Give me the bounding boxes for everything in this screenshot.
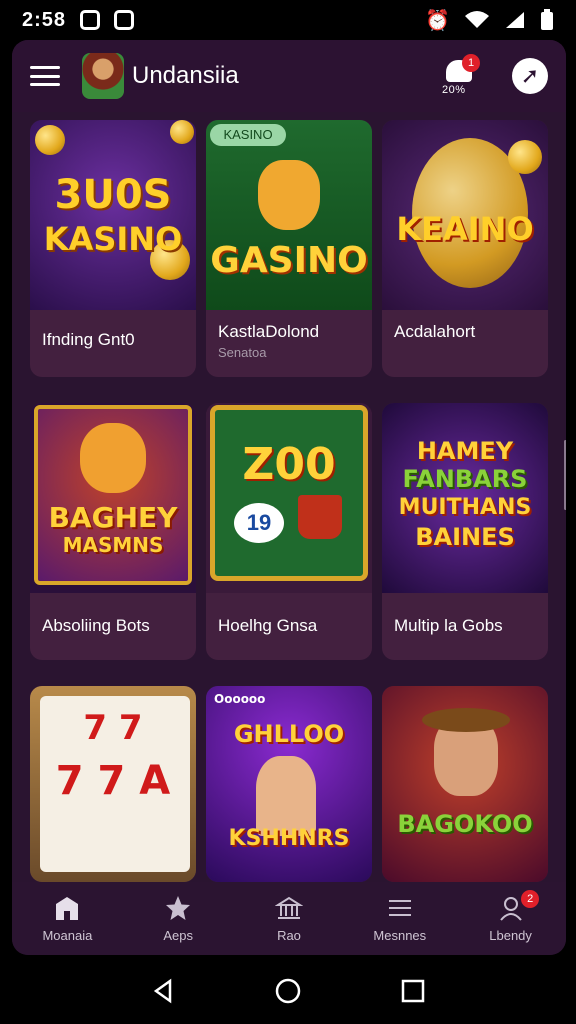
game-thumbnail: KEAINO <box>382 120 548 310</box>
game-thumbnail: Oooooo GHLLOO KSHHNRS <box>206 686 372 882</box>
signal-icon <box>506 12 524 28</box>
scrollbar[interactable] <box>564 440 566 510</box>
game-logo-text: BAINES <box>415 523 515 551</box>
menu-icon <box>388 900 411 916</box>
game-logo-text: KASINO <box>43 220 183 258</box>
game-card[interactable]: Z00 19 Hoelhg Gnsa <box>206 403 372 660</box>
nav-label: Lbendy <box>489 928 532 943</box>
nav-item-apps[interactable]: Aeps <box>123 882 234 955</box>
game-thumbnail: 7 7 7 7 A <box>30 686 196 882</box>
slot-reel-symbols: 7 7 <box>83 708 143 748</box>
game-thumbnail: 3U0S KASINO <box>30 120 196 310</box>
alarm-icon: ⏰ <box>425 9 450 32</box>
tag-badge: KASINO <box>210 124 286 146</box>
status-bar: 2:58 ⏰ <box>0 0 576 40</box>
game-thumbnail: BAGOKOO <box>382 686 548 882</box>
game-logo-text: MUITHANS <box>398 495 532 520</box>
game-logo-text: HAMEY <box>416 437 514 465</box>
game-title: Multip la Gobs <box>394 616 503 635</box>
game-card[interactable]: KASINO GASINO KastlaDolond Senatoa <box>206 120 372 377</box>
game-title: Hoelhg Gnsa <box>218 616 318 635</box>
game-title: KastlaDolond <box>218 322 320 341</box>
game-logo-text: FANBARS <box>402 465 528 493</box>
game-logo-text: GHLLOO <box>233 720 345 748</box>
game-logo-text: 3U0S <box>54 172 172 218</box>
notification-icon <box>80 10 101 30</box>
game-card[interactable]: BAGHEY MASMNS Absoliing Bots <box>30 403 196 660</box>
notification-subtext: 20% <box>442 84 466 96</box>
basket-icon <box>298 495 342 539</box>
nav-label: Mesnnes <box>373 928 427 943</box>
hat-icon <box>422 708 510 732</box>
star-icon <box>166 896 191 920</box>
game-subtitle: Senatoa <box>218 345 267 360</box>
back-icon[interactable] <box>149 977 177 1005</box>
system-navigation-bar <box>0 958 576 1024</box>
game-title: Absoliing Bots <box>42 616 150 635</box>
app-window: Undansiia 1 20% ➚ 3U0S KASINO Ifnding Gn… <box>12 40 566 955</box>
game-top-text: Oooooo <box>214 692 266 706</box>
bottom-navigation: Moanaia Aeps Rao Mesnnes 2 Lbendy <box>12 882 566 955</box>
game-logo-text: KEAINO <box>396 210 534 248</box>
game-card[interactable]: HAMEY FANBARS MUITHANS BAINES Multip la … <box>382 403 548 660</box>
game-thumbnail: HAMEY FANBARS MUITHANS BAINES <box>382 403 548 593</box>
bank-icon <box>274 896 303 919</box>
game-logo-text: KSHHNRS <box>228 826 350 851</box>
recents-icon[interactable] <box>399 977 427 1005</box>
nav-item-profile[interactable]: 2 Lbendy <box>455 882 566 955</box>
game-thumbnail: KASINO GASINO <box>206 120 372 310</box>
app-title: Undansiia <box>132 62 239 89</box>
share-button[interactable]: ➚ <box>512 58 548 94</box>
nav-item-rao[interactable]: Rao <box>234 882 345 955</box>
home-circle-icon[interactable] <box>274 977 302 1005</box>
game-logo-text: GASINO <box>210 240 368 281</box>
number-badge: 19 <box>234 503 284 543</box>
game-logo-text: BAGOKOO <box>397 810 533 838</box>
nav-item-messages[interactable]: Mesnnes <box>344 882 455 955</box>
game-title: Ifnding Gnt0 <box>42 330 135 349</box>
hamburger-menu-icon[interactable] <box>30 66 60 86</box>
fox-mascot-icon <box>258 160 320 230</box>
avatar[interactable] <box>82 53 124 99</box>
arrow-icon: ➚ <box>520 63 540 88</box>
wifi-icon <box>465 11 489 28</box>
game-card[interactable]: BAGOKOO <box>382 686 548 882</box>
battery-icon <box>541 9 553 30</box>
notification-badge: 1 <box>462 54 480 72</box>
app-notification-icon <box>114 10 135 30</box>
game-card[interactable]: 7 7 7 7 A <box>30 686 196 882</box>
slot-reel-symbols: 7 7 A <box>55 758 171 804</box>
status-time: 2:58 <box>22 8 67 31</box>
game-thumbnail: BAGHEY MASMNS <box>30 403 196 593</box>
character-icon <box>256 756 316 836</box>
notifications-button[interactable]: 1 20% <box>442 54 488 98</box>
nav-label: Moanaia <box>42 928 93 943</box>
app-header: Undansiia 1 20% ➚ <box>12 40 566 112</box>
game-logo-text: MASMNS <box>62 533 164 557</box>
nav-label: Aeps <box>163 928 194 943</box>
nav-label: Rao <box>277 928 301 943</box>
game-card[interactable]: 3U0S KASINO Ifnding Gnt0 <box>30 120 196 377</box>
game-thumbnail: Z00 19 <box>206 403 372 593</box>
game-card[interactable]: KEAINO Acdalahort <box>382 120 548 377</box>
nav-item-home[interactable]: Moanaia <box>12 882 123 955</box>
fox-mascot-icon <box>80 423 146 493</box>
profile-badge: 2 <box>521 890 540 908</box>
home-icon <box>56 897 79 920</box>
game-card[interactable]: Oooooo GHLLOO KSHHNRS <box>206 686 372 882</box>
game-logo-text: Z00 <box>242 439 336 490</box>
game-title: Acdalahort <box>394 322 476 341</box>
game-logo-text: BAGHEY <box>48 501 178 534</box>
